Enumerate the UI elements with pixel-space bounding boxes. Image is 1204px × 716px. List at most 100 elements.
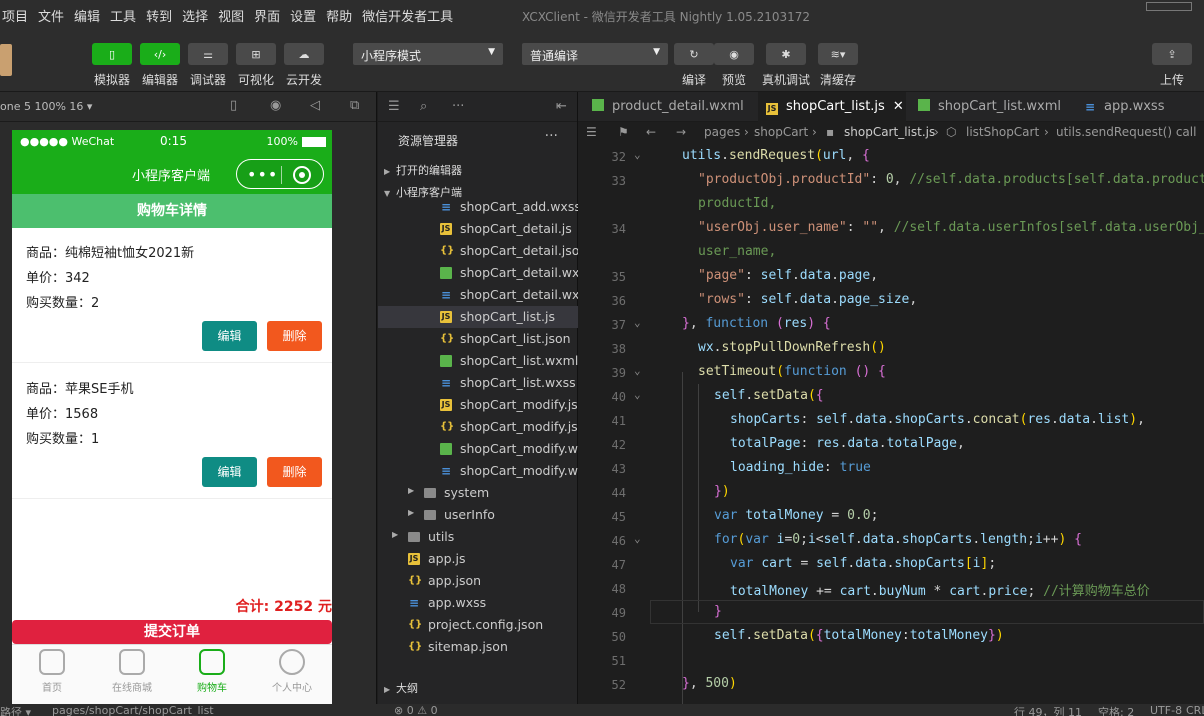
- volume-icon[interactable]: ◁: [310, 98, 320, 113]
- breadcrumb-pages[interactable]: pages: [704, 125, 740, 139]
- submit-order-button[interactable]: 提交订单: [12, 620, 332, 644]
- open-editors-section[interactable]: ▶ 打开的编辑器: [378, 158, 578, 180]
- tab-shopcart-list-js[interactable]: JS shopCart_list.js ✕: [758, 92, 906, 122]
- device-icon[interactable]: ▯: [230, 98, 237, 113]
- menu-settings[interactable]: 设置: [290, 6, 316, 25]
- breadcrumb-function[interactable]: listShopCart: [966, 125, 1039, 139]
- menu-goto[interactable]: 转到: [146, 6, 172, 25]
- avatar[interactable]: [0, 44, 12, 76]
- file-tree-item[interactable]: JS shopCart_modify.js: [378, 394, 578, 416]
- close-icon[interactable]: [293, 166, 311, 184]
- clear-cache-button[interactable]: ≋▾: [818, 43, 858, 65]
- file-tree-item[interactable]: {} shopCart_detail.json: [378, 240, 578, 262]
- more-icon[interactable]: ···: [452, 99, 464, 114]
- more-icon[interactable]: ···: [545, 128, 558, 144]
- menu-view[interactable]: 视图: [218, 6, 244, 25]
- preview-button[interactable]: ◉: [714, 43, 754, 65]
- file-tree-item[interactable]: shopCart_detail.wxml: [378, 262, 578, 284]
- file-tree-item[interactable]: {} shopCart_modify.json: [378, 416, 578, 438]
- file-tree-item[interactable]: ≡ app.wxss: [378, 592, 578, 614]
- fold-icon[interactable]: ⌄: [634, 364, 641, 377]
- tab-home[interactable]: 首页: [12, 649, 92, 694]
- status-eol[interactable]: CRL: [1186, 704, 1204, 716]
- delete-button[interactable]: 删除: [267, 457, 322, 487]
- outline-section[interactable]: ▶ 大纲: [378, 676, 578, 698]
- file-tree-item[interactable]: {} project.config.json: [378, 614, 578, 636]
- tab-shop[interactable]: 在线商城: [92, 649, 172, 694]
- compile-select[interactable]: 普通编译 ▼: [522, 43, 668, 65]
- editor-toggle-button[interactable]: ‹/›: [140, 43, 180, 65]
- tab-cart[interactable]: 购物车: [172, 649, 252, 694]
- status-encoding[interactable]: UTF-8: [1150, 704, 1182, 716]
- remote-debug-button[interactable]: ✱: [766, 43, 806, 65]
- fold-icon[interactable]: ⌄: [634, 532, 641, 545]
- file-tree-item[interactable]: shopCart_modify.wx...: [378, 438, 578, 460]
- list-icon[interactable]: ☰: [388, 99, 400, 114]
- menu-interface[interactable]: 界面: [254, 6, 280, 25]
- forward-icon[interactable]: →: [676, 125, 686, 139]
- breadcrumb-shopcart[interactable]: shopCart: [754, 125, 808, 139]
- cloud-button[interactable]: ☁: [284, 43, 324, 65]
- file-tree-item[interactable]: ≡ shopCart_detail.wxss: [378, 284, 578, 306]
- file-tree-item[interactable]: ≡ shopCart_add.wxss: [378, 196, 578, 218]
- tab-shopcart-list-wxml[interactable]: shopCart_list.wxml: [914, 92, 1074, 122]
- list-icon[interactable]: ☰: [586, 125, 597, 139]
- file-tree-item[interactable]: ▶ userInfo: [378, 504, 578, 526]
- file-tree-item[interactable]: JS app.js: [378, 548, 578, 570]
- close-icon[interactable]: ✕: [893, 99, 904, 114]
- file-tree-item[interactable]: ▶ utils: [378, 526, 578, 548]
- menu-project[interactable]: 项目: [2, 6, 28, 25]
- chevron-right-icon[interactable]: ▶: [392, 530, 398, 539]
- menu-tools[interactable]: 工具: [110, 6, 136, 25]
- delete-button[interactable]: 删除: [267, 321, 322, 351]
- status-cursor-position[interactable]: 行 49，列 11: [1014, 704, 1082, 716]
- fold-icon[interactable]: ⌄: [634, 148, 641, 161]
- more-icon[interactable]: •••: [247, 165, 278, 184]
- status-page-path[interactable]: pages/shopCart/shopCart_list: [52, 704, 214, 716]
- file-tree-item[interactable]: ≡ shopCart_list.wxss: [378, 372, 578, 394]
- status-path-select[interactable]: 路径 ▾: [0, 704, 31, 716]
- menu-devtools[interactable]: 微信开发者工具: [362, 6, 453, 25]
- menu-edit[interactable]: 编辑: [74, 6, 100, 25]
- file-tree-item[interactable]: ▶ system: [378, 482, 578, 504]
- edit-button[interactable]: 编辑: [202, 457, 257, 487]
- breadcrumb-file[interactable]: shopCart_list.js: [844, 125, 935, 139]
- chevron-right-icon[interactable]: ▶: [408, 486, 414, 495]
- file-tree-item[interactable]: ≡ shopCart_modify.wxss: [378, 460, 578, 482]
- mode-select[interactable]: 小程序模式 ▼: [353, 43, 503, 65]
- file-tree-item[interactable]: {} app.json: [378, 570, 578, 592]
- tab-product-detail-wxml[interactable]: product_detail.wxml: [592, 92, 758, 122]
- code-area[interactable]: 32 33 34 35 36 37 38 39 40 41 42 43 44 45 46 47 48 49 50 51…: [578, 144, 1204, 716]
- debugger-toggle-button[interactable]: ⚌: [188, 43, 228, 65]
- compile-button[interactable]: ↻: [674, 43, 714, 65]
- file-tree-item[interactable]: JS shopCart_detail.js: [378, 218, 578, 240]
- file-tree-item[interactable]: shopCart_list.wxml: [378, 350, 578, 372]
- window-controls[interactable]: [1146, 2, 1192, 11]
- edit-button[interactable]: 编辑: [202, 321, 257, 351]
- tab-profile[interactable]: 个人中心: [252, 649, 332, 694]
- visual-toggle-button[interactable]: ⊞: [236, 43, 276, 65]
- collapse-icon[interactable]: ⇤: [556, 99, 567, 114]
- file-tree-item[interactable]: {} shopCart_list.json: [378, 328, 578, 350]
- chevron-right-icon[interactable]: ▶: [408, 508, 414, 517]
- breadcrumb-call[interactable]: utils.sendRequest() call: [1056, 125, 1196, 139]
- file-tree-item[interactable]: {} sitemap.json: [378, 636, 578, 658]
- detach-icon[interactable]: ⧉: [350, 98, 359, 113]
- record-icon[interactable]: ◉: [270, 98, 281, 113]
- status-indent[interactable]: 空格: 2: [1098, 704, 1134, 716]
- tab-app-wxss[interactable]: ≡ app.wxss: [1078, 92, 1204, 122]
- menu-file[interactable]: 文件: [38, 6, 64, 25]
- fold-icon[interactable]: ⌄: [634, 316, 641, 329]
- bookmark-icon[interactable]: ⚑: [618, 125, 629, 139]
- device-select[interactable]: one 5 100% 16 ▾: [0, 100, 92, 113]
- file-tree-item[interactable]: JS shopCart_list.js: [378, 306, 578, 328]
- capsule-menu[interactable]: •••: [236, 159, 324, 189]
- menu-select[interactable]: 选择: [182, 6, 208, 25]
- search-icon[interactable]: ⌕: [420, 99, 427, 114]
- back-icon[interactable]: ←: [646, 125, 656, 139]
- upload-button[interactable]: ⇪: [1152, 43, 1192, 65]
- status-problems[interactable]: ⊗ 0 ⚠ 0: [394, 704, 438, 716]
- simulator-toggle-button[interactable]: ▯: [92, 43, 132, 65]
- menu-help[interactable]: 帮助: [326, 6, 352, 25]
- fold-icon[interactable]: ⌄: [634, 388, 641, 401]
